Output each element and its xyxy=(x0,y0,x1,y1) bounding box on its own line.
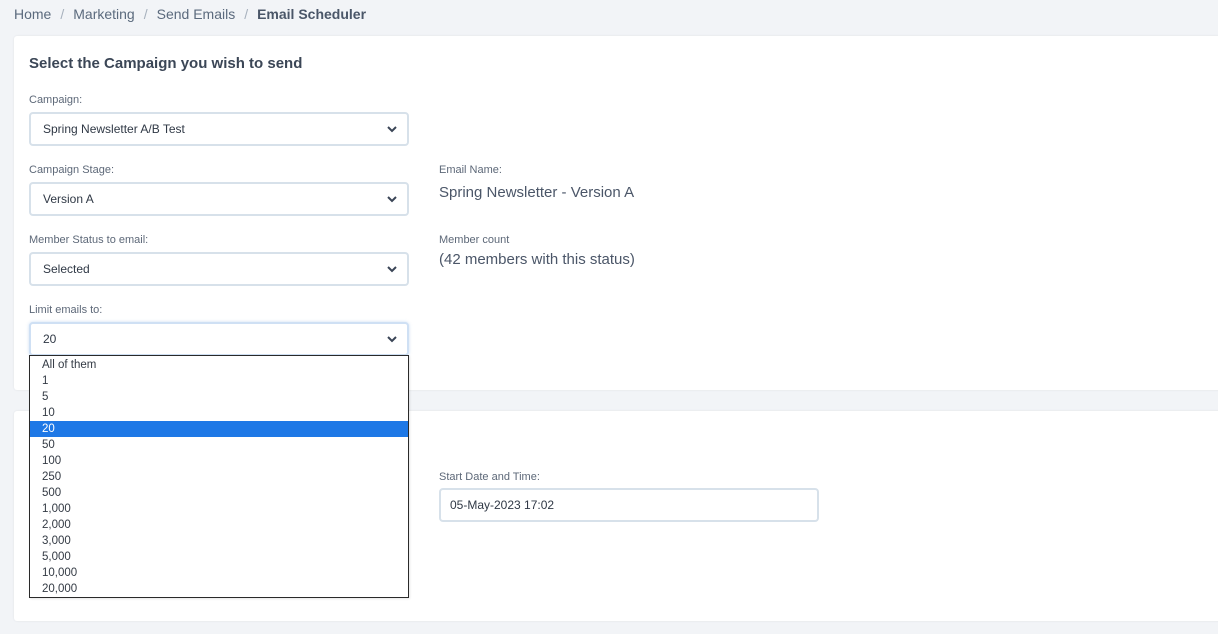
campaign-card: Select the Campaign you wish to send Cam… xyxy=(14,36,1218,390)
dropdown-option[interactable]: 500 xyxy=(30,485,408,501)
dropdown-option[interactable]: 10,000 xyxy=(30,565,408,581)
campaign-select-value: Spring Newsletter A/B Test xyxy=(43,122,185,136)
member-count-value: (42 members with this status) xyxy=(439,251,635,268)
chevron-down-icon xyxy=(387,196,397,203)
limit-emails-dropdown: All of them 1 5 10 20 50 100 250 500 1,000 2,000 3,… xyxy=(29,355,409,598)
dropdown-option[interactable]: 5,000 xyxy=(30,549,408,565)
dropdown-option[interactable]: 50 xyxy=(30,437,408,453)
campaign-stage-select[interactable]: Version A xyxy=(29,182,409,216)
start-date-value: 05-May-2023 17:02 xyxy=(450,498,555,512)
dropdown-option[interactable]: 1 xyxy=(30,373,408,389)
campaign-label: Campaign: xyxy=(29,94,83,106)
chevron-down-icon xyxy=(387,336,397,343)
start-date-input[interactable]: 05-May-2023 17:02 xyxy=(439,488,819,522)
card-title: Select the Campaign you wish to send xyxy=(29,55,303,72)
dropdown-option[interactable]: All of them xyxy=(30,357,408,373)
email-name-value: Spring Newsletter - Version A xyxy=(439,184,635,201)
dropdown-option[interactable]: 250 xyxy=(30,469,408,485)
dropdown-option[interactable]: 100 xyxy=(30,453,408,469)
member-status-value: Selected xyxy=(43,262,90,276)
breadcrumb-separator: / xyxy=(60,6,65,22)
campaign-select[interactable]: Spring Newsletter A/B Test xyxy=(29,112,409,146)
dropdown-option[interactable]: 1,000 xyxy=(30,501,408,517)
dropdown-option[interactable]: 2,000 xyxy=(30,517,408,533)
chevron-down-icon xyxy=(387,266,397,273)
breadcrumb-marketing[interactable]: Marketing xyxy=(73,6,134,22)
dropdown-option[interactable]: 20,000 xyxy=(30,581,408,597)
limit-emails-value: 20 xyxy=(43,332,57,346)
campaign-stage-label: Campaign Stage: xyxy=(29,164,114,176)
chevron-down-icon xyxy=(387,126,397,133)
email-name-label: Email Name: xyxy=(439,164,502,176)
breadcrumb-home[interactable]: Home xyxy=(14,6,51,22)
dropdown-option[interactable]: 3,000 xyxy=(30,533,408,549)
dropdown-option[interactable]: 10 xyxy=(30,405,408,421)
breadcrumb-current: Email Scheduler xyxy=(257,6,367,22)
limit-emails-label: Limit emails to: xyxy=(29,304,103,316)
campaign-stage-value: Version A xyxy=(43,192,94,206)
breadcrumb-separator: / xyxy=(143,6,148,22)
breadcrumb-send-emails[interactable]: Send Emails xyxy=(157,6,236,22)
member-status-label: Member Status to email: xyxy=(29,234,149,246)
member-status-select[interactable]: Selected xyxy=(29,252,409,286)
limit-emails-select[interactable]: 20 xyxy=(29,322,409,356)
member-count-label: Member count xyxy=(439,234,510,246)
breadcrumb-separator: / xyxy=(244,6,249,22)
breadcrumb: Home / Marketing / Send Emails / Email S… xyxy=(14,5,366,23)
dropdown-option[interactable]: 5 xyxy=(30,389,408,405)
dropdown-option[interactable]: 20 xyxy=(30,421,408,437)
start-date-label: Start Date and Time: xyxy=(439,471,540,483)
